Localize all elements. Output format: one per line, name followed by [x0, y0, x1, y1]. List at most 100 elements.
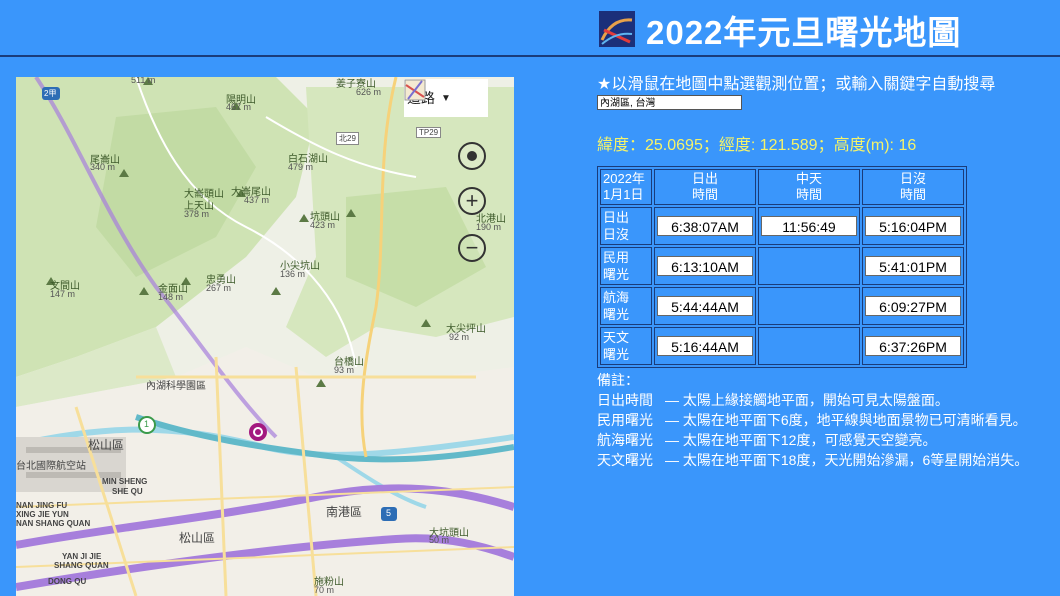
- column-header: 日出 時間: [654, 169, 756, 205]
- map-style-dropdown[interactable]: 道路 ▼: [404, 79, 488, 117]
- place-label: TP29: [416, 127, 442, 138]
- time-value: 6:37:26PM: [865, 336, 961, 356]
- place-label: 267 m: [206, 283, 232, 293]
- plus-icon: +: [465, 188, 479, 213]
- coordinates-readout: 緯度：25.0695；經度: 121.589；高度(m): 16: [597, 137, 917, 154]
- place-label: 南港區: [326, 505, 363, 519]
- place-label: 511 m: [131, 77, 156, 85]
- table-cell: 5:44:44AM: [654, 287, 756, 325]
- locate-icon: [467, 151, 477, 161]
- table-row: 航海曙光 5:44:44AM 6:09:27PM: [600, 287, 964, 325]
- map-view[interactable]: 511 m 陽明山 467 m 姜子寮山 626 m 尾崙山 340 m 大崙頭…: [16, 77, 514, 596]
- time-value: 5:44:44AM: [657, 296, 753, 316]
- place-label: 378 m: [184, 209, 210, 219]
- corner-date: 1月1日: [603, 187, 644, 202]
- column-label: 中天: [795, 171, 822, 186]
- notes-heading: 備註：: [597, 372, 639, 388]
- zoom-out-button[interactable]: −: [458, 234, 486, 262]
- zoom-in-button[interactable]: +: [458, 187, 486, 215]
- notes-section: 備註： 日出時間 — 太陽上緣接觸地平面，開始可見太陽盤面。 民用曙光 — 太陽在地…: [597, 370, 1028, 470]
- place-label: 147 m: [50, 289, 76, 299]
- note-text: — 太陽在地平面下18度，天光開始滲漏，6等星開始消失。: [665, 452, 1029, 468]
- note-label: 民用曙光: [597, 412, 653, 428]
- place-label: SHE QU: [112, 487, 143, 496]
- corner-year: 2022年: [603, 171, 645, 186]
- place-label: YAN JI JIE: [62, 552, 102, 561]
- column-label: 時間: [691, 187, 718, 202]
- place-label: 70 m: [314, 585, 335, 595]
- place-label: 423 m: [310, 220, 336, 230]
- row-header: 航海 曙光: [600, 287, 652, 325]
- place-label: MIN SHENG: [102, 477, 148, 486]
- row-header: 天文 曙光: [600, 327, 652, 365]
- place-label: 437 m: [244, 195, 270, 205]
- table-cell: 5:16:04PM: [862, 207, 964, 245]
- table-cell: 6:37:26PM: [862, 327, 964, 365]
- place-label: 148 m: [158, 292, 184, 302]
- row-label: 日出: [603, 210, 630, 225]
- note-item: 航海曙光 — 太陽在地平面下12度，可感覺天空變亮。: [597, 430, 1028, 450]
- place-label: 北29: [336, 132, 359, 145]
- site-logo-icon: [599, 11, 635, 47]
- note-item: 天文曙光 — 太陽在地平面下18度，天光開始滲漏，6等星開始消失。: [597, 450, 1028, 470]
- page-title: 2022年元旦曙光地圖: [646, 14, 962, 51]
- time-value: 11:56:49: [761, 216, 857, 236]
- table-cell: 6:09:27PM: [862, 287, 964, 325]
- column-label: 時間: [899, 187, 926, 202]
- column-label: 時間: [795, 187, 822, 202]
- row-header: 日出 日沒: [600, 207, 652, 245]
- table-corner: 2022年 1月1日: [600, 169, 652, 205]
- note-label: 日出時間: [597, 392, 653, 408]
- place-label: 松山區: [179, 531, 216, 545]
- note-label: 天文曙光: [597, 452, 653, 468]
- place-label: 340 m: [90, 162, 116, 172]
- place-label: 479 m: [288, 162, 314, 172]
- note-label: 航海曙光: [597, 432, 653, 448]
- location-search-input[interactable]: 內湖區, 台灣: [597, 95, 742, 110]
- note-item: 民用曙光 — 太陽在地平面下6度，地平線與地面景物已可清晰看見。: [597, 410, 1028, 430]
- row-label: 民用: [603, 250, 630, 265]
- place-label: SHANG QUAN: [54, 561, 109, 570]
- table-row: 天文曙光 5:16:44AM 6:37:26PM: [600, 327, 964, 365]
- place-label: NAN SHANG QUAN: [16, 519, 91, 528]
- table-cell: 6:13:10AM: [654, 247, 756, 285]
- time-value: 5:16:04PM: [865, 216, 961, 236]
- row-label: 曙光: [603, 267, 630, 282]
- place-label: 50 m: [429, 535, 450, 545]
- minus-icon: −: [465, 235, 479, 260]
- sun-times-table: 2022年 1月1日 日出 時間 中天 時間 日沒 時間 日出 日沒 6:38:07AM…: [597, 166, 967, 368]
- info-panel: ★以滑鼠在地圖中點選觀測位置；或輸入關鍵字自動搜尋 內湖區, 台灣 緯度：25.…: [597, 70, 1057, 468]
- table-cell: 5:16:44AM: [654, 327, 756, 365]
- place-label: XING JIE YUN: [16, 510, 69, 519]
- place-label: NAN JING FU: [16, 501, 68, 510]
- place-label: 626 m: [356, 87, 382, 97]
- locate-me-button[interactable]: [458, 142, 486, 170]
- instructions-text: ★以滑鼠在地圖中點選觀測位置；或輸入關鍵字自動搜尋: [597, 76, 996, 93]
- place-label: 92 m: [449, 332, 470, 342]
- column-header: 中天 時間: [758, 169, 860, 205]
- column-label: 日沒: [899, 171, 926, 186]
- note-text: — 太陽上緣接觸地平面，開始可見太陽盤面。: [665, 392, 949, 408]
- table-cell: 5:41:01PM: [862, 247, 964, 285]
- header-bar: 2022年元旦曙光地圖: [0, 0, 1060, 57]
- row-label: 曙光: [603, 347, 630, 362]
- place-label: 190 m: [476, 222, 502, 232]
- time-value: 6:13:10AM: [657, 256, 753, 276]
- row-label: 日沒: [603, 227, 630, 242]
- row-label: 曙光: [603, 307, 630, 322]
- note-item: 日出時間 — 太陽上緣接觸地平面，開始可見太陽盤面。: [597, 390, 1028, 410]
- note-text: — 太陽在地平面下6度，地平線與地面景物已可清晰看見。: [665, 412, 1027, 428]
- place-label: 1: [144, 419, 150, 429]
- table-cell: [758, 247, 860, 285]
- time-value: 6:38:07AM: [657, 216, 753, 236]
- table-cell: [758, 287, 860, 325]
- row-label: 航海: [603, 290, 630, 305]
- table-row: 民用曙光 6:13:10AM 5:41:01PM: [600, 247, 964, 285]
- chevron-down-icon: ▼: [441, 92, 451, 104]
- table-row: 日出日沒 6:38:07AM 11:56:49 5:16:04PM: [600, 207, 964, 245]
- place-label: 松山區: [88, 438, 125, 452]
- row-label: 天文: [603, 330, 630, 345]
- table-cell: 6:38:07AM: [654, 207, 756, 245]
- time-value: 5:41:01PM: [865, 256, 961, 276]
- place-label: 台北國際航空站: [16, 461, 86, 472]
